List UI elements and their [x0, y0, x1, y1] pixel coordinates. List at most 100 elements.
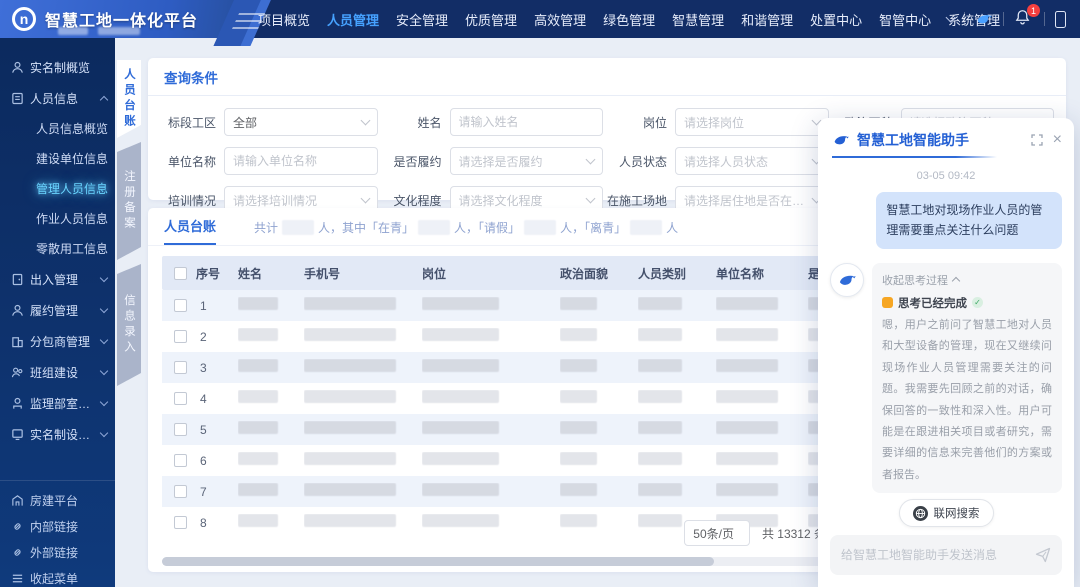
field-label: 在施工场地	[603, 192, 675, 209]
sidebar-subitem-personnel-overview[interactable]: 人员信息概览	[0, 114, 115, 144]
row-index: 1	[196, 299, 238, 313]
vertical-tab-registration[interactable]: 注册备案	[117, 142, 141, 260]
top-nav-item[interactable]: 智慧管理	[672, 10, 724, 29]
sidebar-footer: 房建平台 内部链接 外部链接 收起菜单	[0, 480, 115, 587]
chevron-up-icon	[952, 277, 960, 285]
row-checkbox[interactable]	[174, 330, 187, 343]
redacted-cell	[238, 452, 278, 465]
pagination: 50条/页 共 13312 条	[684, 520, 826, 546]
sidebar-item-internal-links[interactable]: 内部链接	[0, 513, 115, 539]
select-all-checkbox[interactable]	[174, 267, 187, 280]
redacted-cell	[304, 359, 396, 372]
thinking-paragraph: 嗯，用户之前问了智慧工地对人员和大型设备的管理，现在又继续问现场作业人员管理需要…	[882, 315, 1052, 487]
mobile-icon[interactable]	[1055, 11, 1066, 28]
row-checkbox[interactable]	[174, 299, 187, 312]
top-nav: 项目概览 人员管理 安全管理 优质管理 高效管理 绿色管理 智慧管理 和谐管理 …	[258, 0, 1000, 38]
thinking-paragraphs: 嗯，用户之前问了智慧工地对人员和大型设备的管理，现在又继续问现场作业人员管理需要…	[882, 315, 1052, 493]
row-checkbox[interactable]	[174, 485, 187, 498]
top-bar: n 智慧工地一体化平台 项目概览 人员管理 安全管理 优质管理 高效管理 绿色管…	[0, 0, 1080, 38]
row-checkbox[interactable]	[174, 361, 187, 374]
section-area-select[interactable]: 全部	[224, 108, 378, 136]
page-size-select[interactable]: 50条/页	[684, 520, 750, 546]
app-logo-icon: n	[12, 7, 36, 31]
col-header: 手机号	[304, 265, 422, 282]
redacted-cell	[422, 421, 499, 434]
sidebar-item-external-links[interactable]: 外部链接	[0, 539, 115, 565]
chevron-down-icon	[360, 194, 370, 204]
top-nav-item[interactable]: 处置中心	[810, 10, 862, 29]
sidebar-group-personnel-info[interactable]: 人员信息	[0, 83, 115, 114]
field-label: 单位名称	[152, 153, 224, 170]
row-checkbox[interactable]	[174, 516, 187, 529]
lightbulb-icon	[882, 297, 893, 308]
sidebar-item-label: 内部链接	[30, 518, 107, 535]
sidebar-item-housing-platform[interactable]: 房建平台	[0, 487, 115, 513]
sidebar-group-supervision-dept[interactable]: 监理部室建设	[0, 388, 115, 419]
field-label: 标段工区	[152, 114, 224, 131]
top-nav-item[interactable]: 项目概览	[258, 10, 310, 29]
tab-personnel-ledger[interactable]: 人员台账	[164, 216, 216, 245]
redacted-cell	[560, 328, 597, 341]
performance-select[interactable]: 请选择是否履约	[450, 147, 604, 175]
post-select[interactable]: 请选择岗位	[675, 108, 829, 136]
query-title: 查询条件	[164, 71, 218, 86]
sidebar-subitem-management-personnel[interactable]: 管理人员信息	[0, 174, 115, 204]
expand-icon[interactable]	[1031, 134, 1043, 146]
vertical-tab-personnel-ledger[interactable]: 人员台账	[117, 60, 141, 138]
chevron-down-icon	[100, 336, 108, 344]
web-search-button[interactable]: 联网搜索	[899, 499, 994, 527]
sidebar-item-label: 监理部室建设	[30, 395, 101, 412]
sidebar-group-subcontractor-mgmt[interactable]: 分包商管理	[0, 326, 115, 357]
sidebar-group-performance-mgmt[interactable]: 履约管理	[0, 295, 115, 326]
field-post: 岗位 请选择岗位	[603, 108, 829, 136]
notifications-bell-icon[interactable]: 1	[1014, 9, 1034, 29]
top-nav-item[interactable]: 和谐管理	[741, 10, 793, 29]
sidebar-group-team-building[interactable]: 班组建设	[0, 357, 115, 388]
redacted-cell	[716, 390, 778, 403]
redacted-count	[418, 220, 450, 235]
top-nav-item[interactable]: 绿色管理	[603, 10, 655, 29]
person-status-select[interactable]: 请选择人员状态	[675, 147, 829, 175]
sidebar-subitem-construction-unit[interactable]: 建设单位信息	[0, 144, 115, 174]
redacted-cell	[638, 328, 682, 341]
sidebar-item-collapse-menu[interactable]: 收起菜单	[0, 565, 115, 587]
user-message-bubble: 智慧工地对现场作业人员的管理需要重点关注什么问题	[876, 192, 1062, 249]
redacted-cell	[560, 359, 597, 372]
globe-icon	[913, 506, 928, 521]
chevron-down-icon[interactable]	[946, 13, 956, 23]
row-checkbox[interactable]	[174, 392, 187, 405]
row-checkbox[interactable]	[174, 423, 187, 436]
field-section-area: 标段工区 全部	[152, 108, 378, 136]
sidebar-item-label: 收起菜单	[30, 570, 107, 587]
name-input[interactable]	[459, 115, 595, 129]
top-nav-item[interactable]: 人员管理	[327, 10, 379, 29]
top-nav-item[interactable]: 安全管理	[396, 10, 448, 29]
chat-input[interactable]	[841, 548, 1027, 562]
sidebar-item-realname-overview[interactable]: 实名制概览	[0, 52, 115, 83]
top-nav-item[interactable]: 智管中心	[879, 10, 931, 29]
divider	[1003, 12, 1004, 26]
close-icon[interactable]: ×	[1053, 132, 1062, 148]
sidebar-item-label: 分包商管理	[30, 333, 101, 350]
scrollbar-thumb[interactable]	[162, 557, 714, 566]
send-icon[interactable]	[1035, 547, 1051, 563]
unit-name-input[interactable]	[233, 154, 369, 168]
vertical-tab-info-entry[interactable]: 信息录入	[117, 264, 141, 386]
redacted-cell	[304, 514, 396, 527]
top-nav-item[interactable]: 优质管理	[465, 10, 517, 29]
ledger-stats: 共计 人，其中「在青」 人，「请假」 人，「离青」 人	[254, 219, 678, 245]
row-index: 7	[196, 485, 238, 499]
sidebar-subitem-casual-labor[interactable]: 零散用工信息	[0, 234, 115, 264]
row-index: 8	[196, 516, 238, 530]
redacted-cell	[560, 514, 597, 527]
sidebar-group-access-mgmt[interactable]: 出入管理	[0, 264, 115, 295]
row-checkbox[interactable]	[174, 454, 187, 467]
thinking-toggle[interactable]: 收起思考过程	[882, 272, 1052, 288]
thinking-done-line: 思考已经完成 ✓	[882, 295, 1052, 311]
redacted-count	[282, 220, 314, 235]
assistant-whale-icon[interactable]	[975, 10, 993, 28]
redacted-cell	[638, 297, 682, 310]
sidebar-subitem-worker-info[interactable]: 作业人员信息	[0, 204, 115, 234]
top-nav-item[interactable]: 高效管理	[534, 10, 586, 29]
sidebar-group-device-mgmt[interactable]: 实名制设备管理	[0, 419, 115, 450]
